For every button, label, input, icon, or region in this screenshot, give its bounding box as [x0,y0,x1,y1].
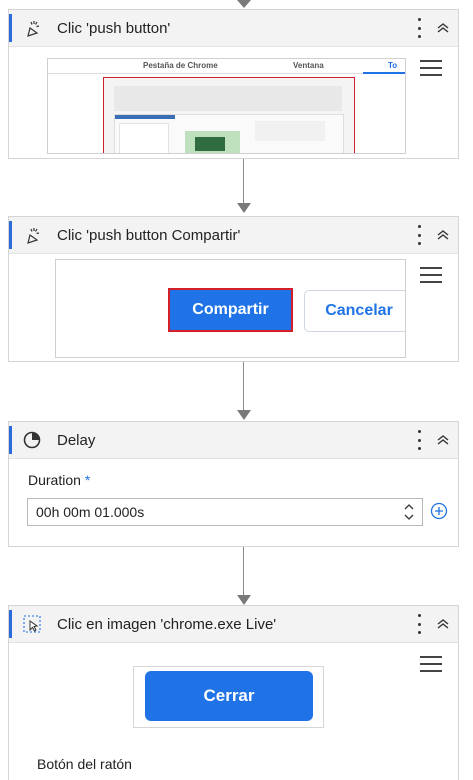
thumb-tab-window: Ventana [293,61,324,70]
preview-cerrar-label: Cerrar [203,686,255,705]
thumb-tab-chrome: Pestaña de Chrome [143,61,218,70]
connector-arrow [237,595,251,605]
thumb-selection-frame [103,77,355,153]
connector-line [243,547,244,595]
step-card-click-compartir[interactable]: Clic 'push button Compartir' Compartir C… [8,216,459,362]
thumbnail-menu-button[interactable] [420,58,442,78]
preview-compartir-button: Compartir [168,288,293,332]
connector-line [243,362,244,410]
thumb-tab-active: To [388,61,398,70]
more-options-icon[interactable] [412,614,426,634]
mouse-button-label: Botón del ratón [37,756,132,772]
cursor-click-icon [21,224,43,246]
preview-cerrar-button: Cerrar [145,671,313,721]
duration-label: Duration * [28,472,91,488]
collapse-icon[interactable] [434,431,452,449]
more-options-icon[interactable] [412,430,426,450]
step-title: Clic en imagen 'chrome.exe Live' [57,615,277,633]
step-header[interactable]: Delay [9,422,458,459]
step-header[interactable]: Clic 'push button Compartir' [9,217,458,254]
screenshot-thumbnail: Pestaña de Chrome Ventana To [47,58,406,154]
required-mark: * [84,472,91,488]
collapse-icon[interactable] [434,226,452,244]
element-preview: Compartir Cancelar [55,259,406,358]
step-title: Clic 'push button' [57,19,171,37]
preview-cancelar-button: Cancelar [304,290,405,332]
step-card-click-push-button[interactable]: Clic 'push button' Pestaña de Chrome Ven… [8,9,459,159]
connector-arrow [237,0,251,8]
cursor-click-icon [21,17,43,39]
step-card-click-image[interactable]: Clic en imagen 'chrome.exe Live' Cerrar … [8,605,459,780]
preview-menu-button[interactable] [420,654,442,674]
connector-arrow [237,203,251,213]
stepper-icon[interactable] [402,501,416,523]
connector-line [243,159,244,207]
image-preview: Cerrar [133,666,324,728]
step-header[interactable]: Clic en imagen 'chrome.exe Live' [9,606,458,643]
step-card-delay[interactable]: Delay Duration * 00h 00m 01.000s [8,421,459,547]
more-options-icon[interactable] [412,225,426,245]
preview-cancelar-label: Cancelar [325,302,393,319]
preview-compartir-label: Compartir [192,301,269,318]
step-header[interactable]: Clic 'push button' [9,10,458,47]
collapse-icon[interactable] [434,615,452,633]
step-title: Delay [57,431,96,449]
duration-input[interactable]: 00h 00m 01.000s [27,498,423,526]
clock-icon [21,429,43,451]
preview-menu-button[interactable] [420,265,442,285]
image-click-icon [21,613,43,635]
connector-arrow [237,410,251,420]
duration-value: 00h 00m 01.000s [36,504,145,520]
collapse-icon[interactable] [434,19,452,37]
step-title: Clic 'push button Compartir' [57,226,241,244]
add-variable-icon[interactable] [430,502,448,520]
more-options-icon[interactable] [412,18,426,38]
